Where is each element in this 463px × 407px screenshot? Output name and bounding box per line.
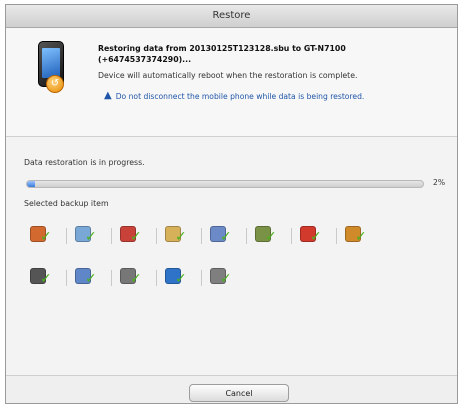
item-separator [111,270,112,286]
reboot-notice: Device will automatically reboot when th… [98,71,358,80]
cancel-button[interactable]: Cancel [189,384,289,402]
backup-item: ✓ [120,267,148,289]
item-separator [156,228,157,244]
checkmark-icon: ✓ [175,229,187,245]
item-separator [156,270,157,286]
item-separator [201,228,202,244]
restore-line-1: Restoring data from 20130125T123128.sbu … [98,44,346,53]
progress-bar [26,180,424,188]
item-separator [291,228,292,244]
warning-text: Do not disconnect the mobile phone while… [115,91,365,101]
checkmark-icon: ✓ [130,229,142,245]
backup-item: ✓ [30,225,58,247]
restore-dialog: Restore ↺ Restoring data from 20130125T1… [5,4,458,404]
item-separator [201,270,202,286]
selected-backup-label: Selected backup item [24,199,109,208]
progress-percent: 2% [433,178,446,187]
backup-item: ✓ [75,225,103,247]
checkmark-icon: ✓ [40,229,52,245]
window-title: Restore [6,5,457,28]
backup-item: ✓ [30,267,58,289]
backup-item: ✓ [345,225,373,247]
restore-line-2: (+6474537374290)... [98,55,192,64]
backup-item: ✓ [75,267,103,289]
checkmark-icon: ✓ [220,229,232,245]
restore-source-text: Restoring data from 20130125T123128.sbu … [98,43,438,65]
backup-item: ✓ [165,225,193,247]
backup-items-row-1: ✓ ✓ ✓ ✓ ✓ ✓ ✓ ✓ [30,225,373,247]
backup-item: ✓ [210,225,238,247]
checkmark-icon: ✓ [220,271,232,287]
item-separator [336,228,337,244]
restore-badge-icon: ↺ [46,75,64,93]
backup-item: ✓ [210,267,238,289]
progress-status: Data restoration is in progress. [24,158,145,167]
checkmark-icon: ✓ [355,229,367,245]
dialog-footer: Cancel [6,375,457,403]
checkmark-icon: ✓ [40,271,52,287]
item-separator [111,228,112,244]
warning-message: ▲ Do not disconnect the mobile phone whi… [104,91,364,101]
phone-screen [42,48,60,78]
item-separator [246,228,247,244]
backup-item: ✓ [255,225,283,247]
backup-item: ✓ [300,225,328,247]
checkmark-icon: ✓ [130,271,142,287]
backup-item: ✓ [120,225,148,247]
backup-item: ✓ [165,267,193,289]
checkmark-icon: ✓ [85,271,97,287]
checkmark-icon: ✓ [85,229,97,245]
item-separator [66,270,67,286]
item-separator [66,228,67,244]
checkmark-icon: ✓ [175,271,187,287]
backup-items-row-2: ✓ ✓ ✓ ✓ ✓ [30,267,238,289]
progress-bar-fill [27,181,35,187]
checkmark-icon: ✓ [265,229,277,245]
warning-icon: ▲ [104,90,112,101]
checkmark-icon: ✓ [310,229,322,245]
